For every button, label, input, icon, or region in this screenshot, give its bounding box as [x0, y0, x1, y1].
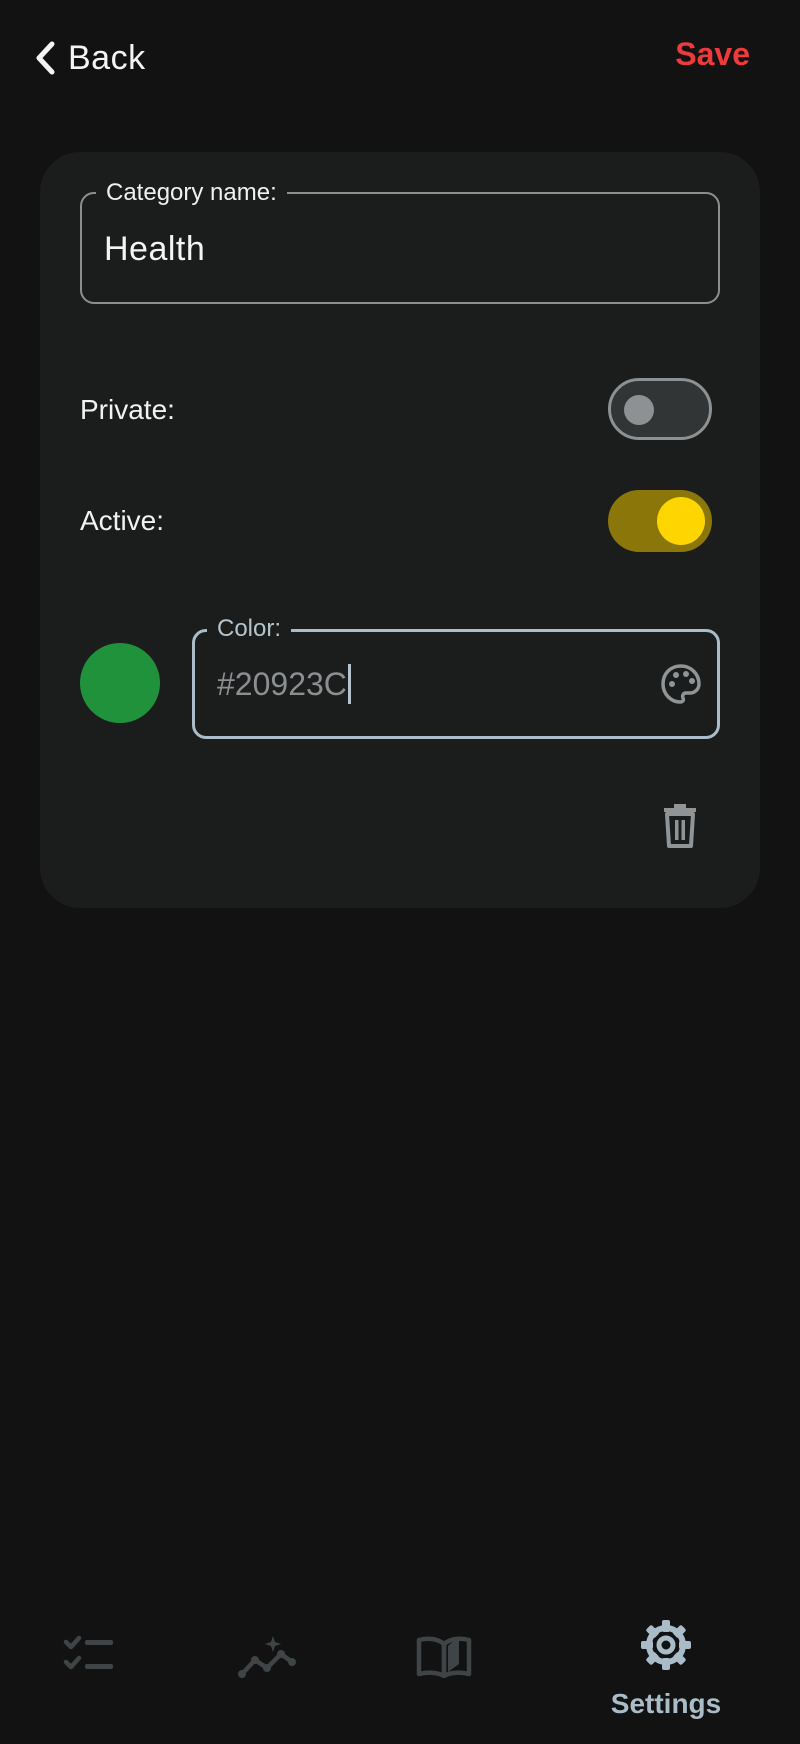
nav-journal[interactable] [354, 1590, 534, 1744]
gear-icon [641, 1620, 691, 1670]
color-value-text: #20923C [217, 665, 347, 702]
nav-settings[interactable]: Settings [576, 1590, 756, 1744]
bottom-navigation: Settings [0, 1590, 800, 1744]
book-icon [416, 1636, 472, 1678]
active-toggle[interactable] [608, 490, 712, 552]
category-form-card: Category name: Health Private: Active: C… [40, 152, 760, 908]
checklist-icon [63, 1635, 113, 1670]
palette-icon [661, 664, 701, 704]
stats-sparkle-icon [238, 1636, 296, 1678]
color-swatch[interactable] [80, 643, 160, 723]
category-name-field[interactable]: Category name: Health [80, 178, 720, 304]
category-name-label: Category name: [96, 178, 287, 208]
active-toggle-thumb [657, 497, 705, 545]
trash-icon [664, 804, 696, 848]
chevron-left-icon [36, 41, 55, 75]
category-name-value[interactable]: Health [104, 230, 205, 269]
nav-settings-label: Settings [610, 1688, 722, 1719]
private-toggle-thumb [624, 395, 654, 425]
private-toggle[interactable] [608, 378, 712, 440]
color-field[interactable]: Color: #20923C [192, 614, 720, 739]
save-button[interactable]: Save [675, 36, 750, 73]
nav-tasks[interactable] [0, 1590, 180, 1744]
back-button[interactable]: Back [34, 30, 146, 86]
category-edit-screen: Back Save Category name: Health Private:… [0, 0, 800, 1744]
private-label: Private: [80, 394, 175, 425]
color-input[interactable]: #20923C [217, 664, 351, 704]
header-bar: Back Save [0, 0, 800, 110]
active-label: Active: [80, 505, 165, 536]
delete-button[interactable] [658, 802, 702, 850]
nav-stats[interactable] [177, 1590, 357, 1744]
palette-button[interactable] [659, 662, 703, 706]
text-cursor [347, 664, 351, 704]
color-label: Color: [207, 614, 292, 644]
back-label: Back [68, 38, 146, 77]
